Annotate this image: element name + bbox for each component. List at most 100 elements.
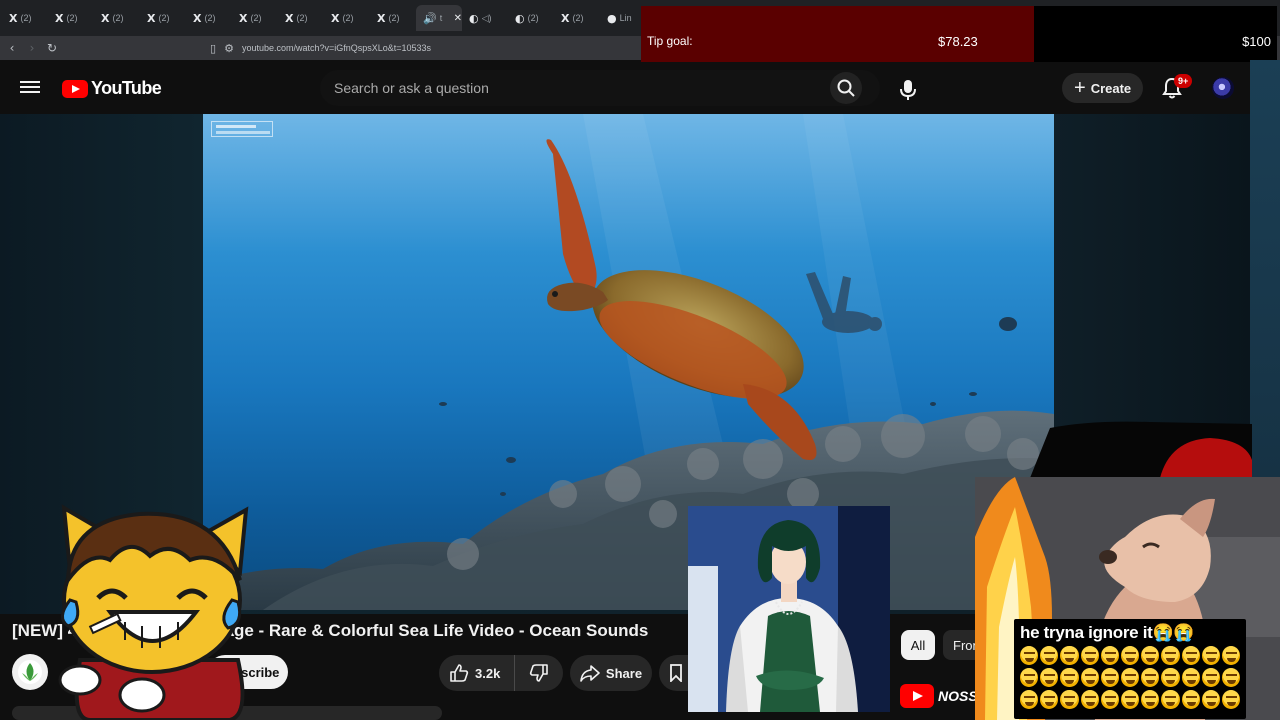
x-logo-icon: X	[561, 11, 570, 25]
crying-face-icon	[1221, 690, 1241, 709]
user-avatar[interactable]	[1212, 77, 1234, 99]
crying-face-icon	[1100, 646, 1119, 665]
browser-tab[interactable]: X (2)	[2, 5, 48, 31]
x-logo-icon: X	[101, 11, 110, 25]
crying-face-icon	[1120, 668, 1140, 687]
like-count: 3.2k	[475, 665, 501, 681]
crying-face-icon	[1161, 646, 1180, 665]
crying-face-icon	[1060, 646, 1079, 665]
crying-face-icon	[1100, 668, 1119, 687]
bookmark-icon	[670, 664, 682, 682]
anime-character-overlay	[688, 506, 890, 712]
crying-face-icon	[1020, 646, 1039, 665]
tab-favicon-icon: ●	[607, 11, 617, 25]
youtube-logo[interactable]: YouTube	[62, 78, 162, 99]
notification-badge: 9+	[1174, 74, 1193, 88]
browser-tab[interactable]: X (2)	[48, 5, 94, 31]
browser-tab[interactable]: X (2)	[278, 5, 324, 31]
browser-tab[interactable]: X (2)	[554, 5, 600, 31]
underwater-scene	[203, 114, 1054, 610]
x-logo-icon: X	[55, 11, 64, 25]
microphone-icon	[900, 80, 916, 100]
channel-avatar[interactable]	[12, 654, 48, 690]
crying-face-icon	[1060, 690, 1079, 709]
x-logo-icon: X	[147, 11, 156, 25]
like-button[interactable]: 3.2k	[439, 655, 515, 691]
crying-emoji-grid	[1020, 646, 1241, 709]
tab-favicon-icon: ◐	[469, 11, 479, 25]
reload-icon[interactable]: ↻	[42, 41, 62, 55]
tab-title: (2)	[527, 13, 539, 23]
browser-tab[interactable]: X (2)	[94, 5, 140, 31]
video-player[interactable]	[203, 114, 1054, 610]
share-button[interactable]: Share	[570, 655, 652, 691]
crying-face-icon	[1201, 668, 1220, 687]
browser-tab[interactable]: X (2)	[186, 5, 232, 31]
crying-face-icon	[1120, 690, 1140, 709]
back-icon[interactable]: ‹	[2, 41, 22, 55]
hamburger-menu-icon[interactable]	[20, 78, 40, 98]
url-text[interactable]: youtube.com/watch?v=iGfnQspsXLo&t=10533s	[242, 43, 431, 53]
bookmark-icon[interactable]: ▯	[210, 42, 216, 55]
tab-title: (2)	[112, 13, 124, 23]
crying-face-icon	[1080, 646, 1099, 665]
tab-title: (2)	[296, 13, 308, 23]
crying-face-icon	[1161, 690, 1180, 709]
voice-search-button[interactable]	[890, 72, 926, 108]
close-tab-icon[interactable]: ✕	[454, 13, 462, 24]
browser-tab[interactable]: ● Lin	[600, 5, 646, 31]
search-placeholder[interactable]: Search or ask a question	[334, 80, 489, 96]
share-arrow-icon	[580, 665, 600, 682]
tab-favicon-icon: ◐	[515, 11, 525, 25]
mascot-sticker	[58, 504, 249, 720]
crying-face-icon	[1020, 690, 1039, 709]
share-label: Share	[605, 665, 643, 681]
anime-character-image	[688, 506, 890, 712]
crying-face-icon	[1040, 646, 1059, 665]
x-logo-icon: X	[239, 11, 248, 25]
crying-face-icon	[1161, 668, 1180, 687]
crying-face-icon	[1181, 646, 1200, 665]
tab-title: (2)	[250, 13, 262, 23]
browser-tab[interactable]: ◐ ◁)	[462, 5, 508, 31]
create-label: Create	[1090, 80, 1132, 96]
leaf-logo-icon	[18, 660, 42, 684]
browser-tab[interactable]: X (2)	[324, 5, 370, 31]
site-settings-icon[interactable]: ⚙	[224, 42, 234, 55]
dislike-button[interactable]	[515, 655, 563, 691]
crying-face-icon	[1040, 668, 1059, 687]
browser-tab[interactable]: X (2)	[232, 5, 278, 31]
youtube-play-icon	[62, 79, 88, 98]
browser-tab[interactable]: ◐ (2)	[508, 5, 554, 31]
forward-icon[interactable]: ›	[22, 41, 42, 55]
search-box[interactable]: Search or ask a question	[320, 70, 880, 106]
create-button[interactable]: + Create	[1062, 73, 1144, 103]
emoji-row	[1020, 646, 1241, 665]
crying-face-icon	[1181, 690, 1200, 709]
webcam-overlay	[1030, 421, 1252, 478]
chip-all[interactable]: All	[901, 630, 935, 660]
crying-face-icon	[1120, 646, 1140, 665]
x-logo-icon: X	[9, 11, 18, 25]
crying-face-icon	[1221, 646, 1241, 665]
browser-tab[interactable]: X (2)	[140, 5, 186, 31]
emoji-row	[1020, 690, 1241, 709]
related-video-channel[interactable]: NOSS	[900, 684, 978, 708]
tab-title: (2)	[204, 13, 216, 23]
emoji-row	[1020, 668, 1241, 687]
tab-title: t	[439, 13, 443, 23]
page-edge	[1250, 60, 1280, 480]
tab-favicon-icon: 🔊	[423, 11, 437, 25]
search-button[interactable]	[830, 72, 862, 104]
browser-tab[interactable]: 🔊 t ✕	[416, 5, 462, 31]
search-icon	[837, 79, 855, 97]
like-dislike-group: 3.2k	[439, 655, 563, 691]
youtube-play-icon	[900, 684, 934, 708]
browser-tab[interactable]: X (2)	[370, 5, 416, 31]
tab-title: (2)	[20, 13, 32, 23]
tab-title: Lin	[619, 13, 632, 23]
youtube-header: YouTube Search or ask a question + Creat…	[0, 62, 1250, 114]
tab-title: (2)	[66, 13, 78, 23]
meme-caption-box: he tryna ignore it😭😭	[1014, 619, 1246, 719]
tab-title: (2)	[158, 13, 170, 23]
